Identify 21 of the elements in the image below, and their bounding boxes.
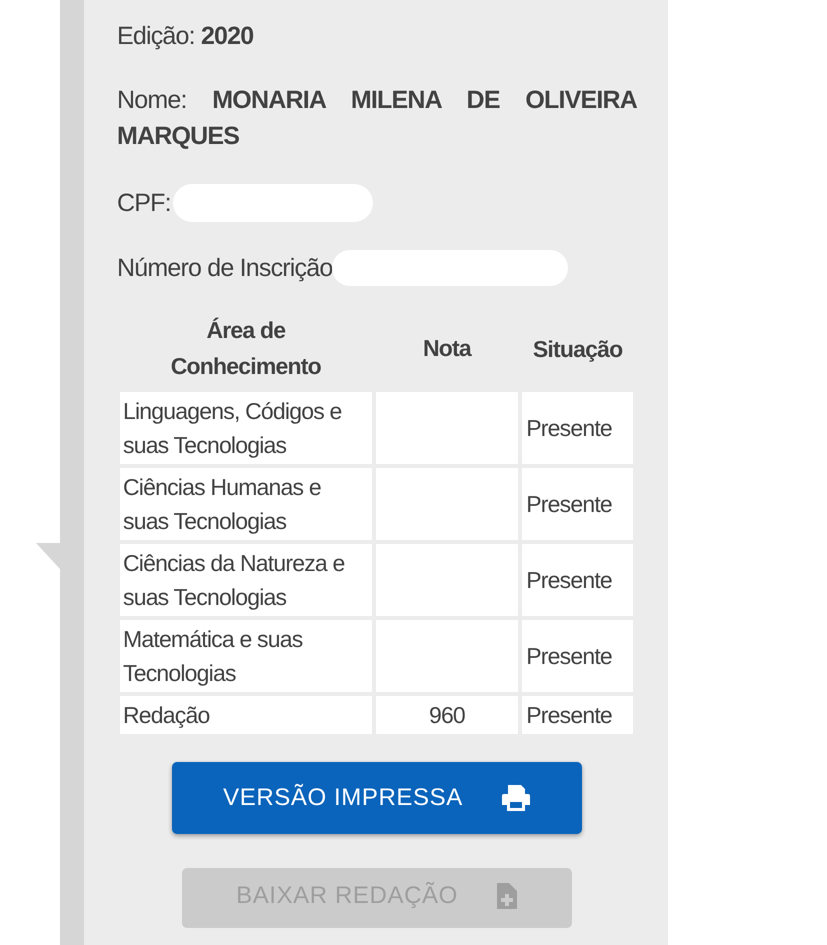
table-cell: Matemática e suas Tecnologias (120, 620, 372, 692)
table-cell: 960 (376, 696, 518, 734)
name-text: Nome: MONARIA MILENA DE OLIVEIRA MARQUES (117, 85, 637, 152)
table-cell: Presente (522, 544, 633, 616)
registration-label: Número de Inscrição (117, 253, 332, 284)
table-cell: Presente (522, 392, 633, 464)
table-cell: Presente (522, 468, 633, 540)
printer-icon (500, 784, 531, 812)
table-cell: Linguagens, Códigos e suas Tecnologias (120, 392, 372, 464)
column-header: Nota (422, 334, 473, 363)
table-cell: Ciências da Natureza e suas Tecnologias (120, 544, 372, 616)
edition-text: Edição: 2020 (117, 21, 254, 52)
column-header: Situação (532, 335, 624, 364)
cpf-label: CPF: (117, 188, 171, 219)
table-cell: Presente (522, 620, 633, 692)
table-cell: Presente (522, 696, 633, 734)
file-icon (496, 882, 518, 910)
column-header: Área de Conhecimento (170, 316, 322, 381)
table-cell: Redação (120, 696, 372, 734)
print-button[interactable]: VERSÃO IMPRESSA (172, 762, 582, 834)
table-cell: Ciências Humanas e suas Tecnologias (120, 468, 372, 540)
